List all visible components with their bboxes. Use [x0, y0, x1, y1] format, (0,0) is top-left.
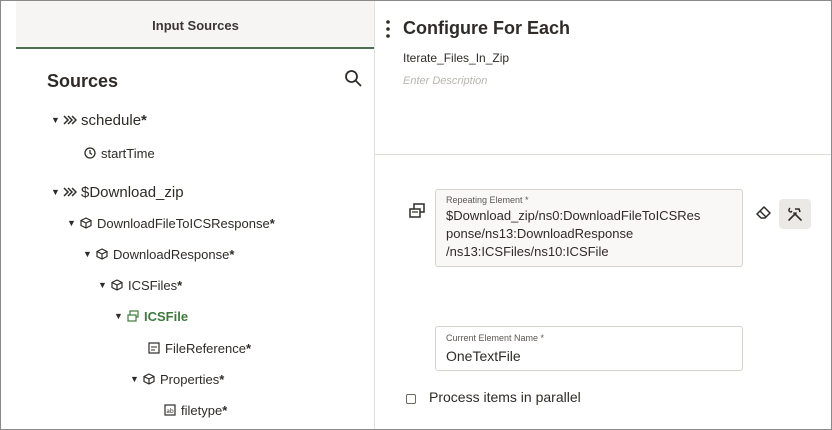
tree-node-filetype[interactable]: ab filetype * — [163, 399, 227, 421]
expand-caret-icon[interactable]: ▼ — [51, 115, 63, 125]
tree-node-label: filetype — [181, 402, 223, 418]
base64-icon — [147, 341, 161, 355]
tree-node-label: startTime — [101, 145, 155, 161]
message-icon — [63, 113, 77, 127]
tree-node-schedule[interactable]: ▼ schedule * — [51, 109, 147, 131]
configure-panel: Configure For Each Iterate_Files_In_Zip … — [375, 1, 831, 429]
current-element-label: Current Element Name * — [446, 333, 545, 343]
complex-type-icon — [142, 372, 156, 386]
expand-caret-icon[interactable]: ▼ — [114, 311, 126, 321]
wrench-hammer-icon — [788, 207, 802, 221]
expand-caret-icon[interactable]: ▼ — [130, 374, 142, 384]
required-marker: * — [229, 246, 235, 262]
message-icon — [63, 185, 77, 199]
tab-input-sources[interactable]: Input Sources — [16, 1, 374, 49]
required-marker: * — [222, 402, 228, 418]
required-marker: * — [245, 340, 251, 356]
tree-node-label: DownloadFileToICSResponse — [97, 215, 270, 231]
section-divider — [375, 154, 831, 155]
required-marker: * — [219, 371, 225, 387]
input-sources-panel: Input Sources Sources ▼ schedule * startT… — [1, 1, 374, 429]
parallel-checkbox[interactable] — [406, 394, 416, 404]
repeating-element-value-line: ponse/ns13:DownloadResponse — [446, 226, 634, 241]
complex-type-icon — [110, 278, 124, 292]
repeating-element-icon — [126, 309, 140, 323]
tree-node-label: Properties — [160, 371, 220, 387]
tab-input-sources-label: Input Sources — [152, 18, 239, 33]
repeating-element-value-line: /ns13:ICSFiles/ns10:ICSFile — [446, 244, 609, 259]
action-name-field[interactable]: Iterate_Files_In_Zip — [403, 51, 509, 65]
description-field[interactable]: Enter Description — [403, 75, 487, 87]
eraser-icon[interactable] — [755, 204, 773, 220]
required-marker: * — [177, 277, 183, 293]
tree-node-properties[interactable]: ▼ Properties * — [130, 368, 224, 390]
tree-node-icsfile[interactable]: ▼ ICSFile — [114, 305, 188, 327]
tree-node-starttime[interactable]: startTime — [83, 142, 155, 164]
expand-caret-icon[interactable]: ▼ — [83, 249, 95, 259]
tree-node-label: schedule — [81, 111, 142, 129]
search-icon[interactable] — [344, 69, 362, 87]
tree-node-filereference[interactable]: FileReference * — [147, 337, 251, 359]
expand-caret-icon[interactable]: ▼ — [98, 280, 110, 290]
repeating-element-value-line: $Download_zip/ns0:DownloadFileToICSRes — [446, 208, 701, 223]
required-marker: * — [141, 111, 147, 129]
current-element-input[interactable]: OneTextFile — [446, 347, 521, 365]
expand-caret-icon[interactable]: ▼ — [67, 218, 79, 228]
kebab-menu-icon[interactable] — [385, 19, 391, 39]
repeating-element-label: Repeating Element * — [446, 195, 529, 205]
tree-node-label: $Download_zip — [81, 183, 184, 201]
repeating-element-icon — [409, 203, 425, 218]
tree-node-icsfiles[interactable]: ▼ ICSFiles * — [98, 274, 182, 296]
svg-text:ab: ab — [166, 408, 174, 415]
required-marker: * — [269, 215, 275, 231]
current-element-field[interactable]: Current Element Name * OneTextFile — [435, 326, 743, 371]
parallel-checkbox-label[interactable]: Process items in parallel — [429, 389, 581, 405]
mapper-tools-button[interactable] — [779, 199, 811, 229]
tree-node-downloadfiletoicsresponse[interactable]: ▼ DownloadFileToICSResponse * — [67, 212, 275, 234]
tree-node-label: FileReference — [165, 340, 246, 356]
complex-type-icon — [79, 216, 93, 230]
tree-node-label: ICSFile — [144, 308, 189, 324]
tree-node-download-zip[interactable]: ▼ $Download_zip — [51, 181, 184, 203]
tree-node-label: DownloadResponse — [113, 246, 230, 262]
repeating-element-field[interactable]: Repeating Element * $Download_zip/ns0:Do… — [435, 189, 743, 267]
complex-type-icon — [95, 247, 109, 261]
string-icon: ab — [163, 403, 177, 417]
page-title: Configure For Each — [403, 18, 571, 38]
expand-caret-icon[interactable]: ▼ — [51, 187, 63, 197]
clock-icon — [83, 146, 97, 160]
sources-heading: Sources — [47, 71, 119, 91]
tree-node-downloadresponse[interactable]: ▼ DownloadResponse * — [83, 243, 234, 265]
tree-node-label: ICSFiles — [128, 277, 178, 293]
